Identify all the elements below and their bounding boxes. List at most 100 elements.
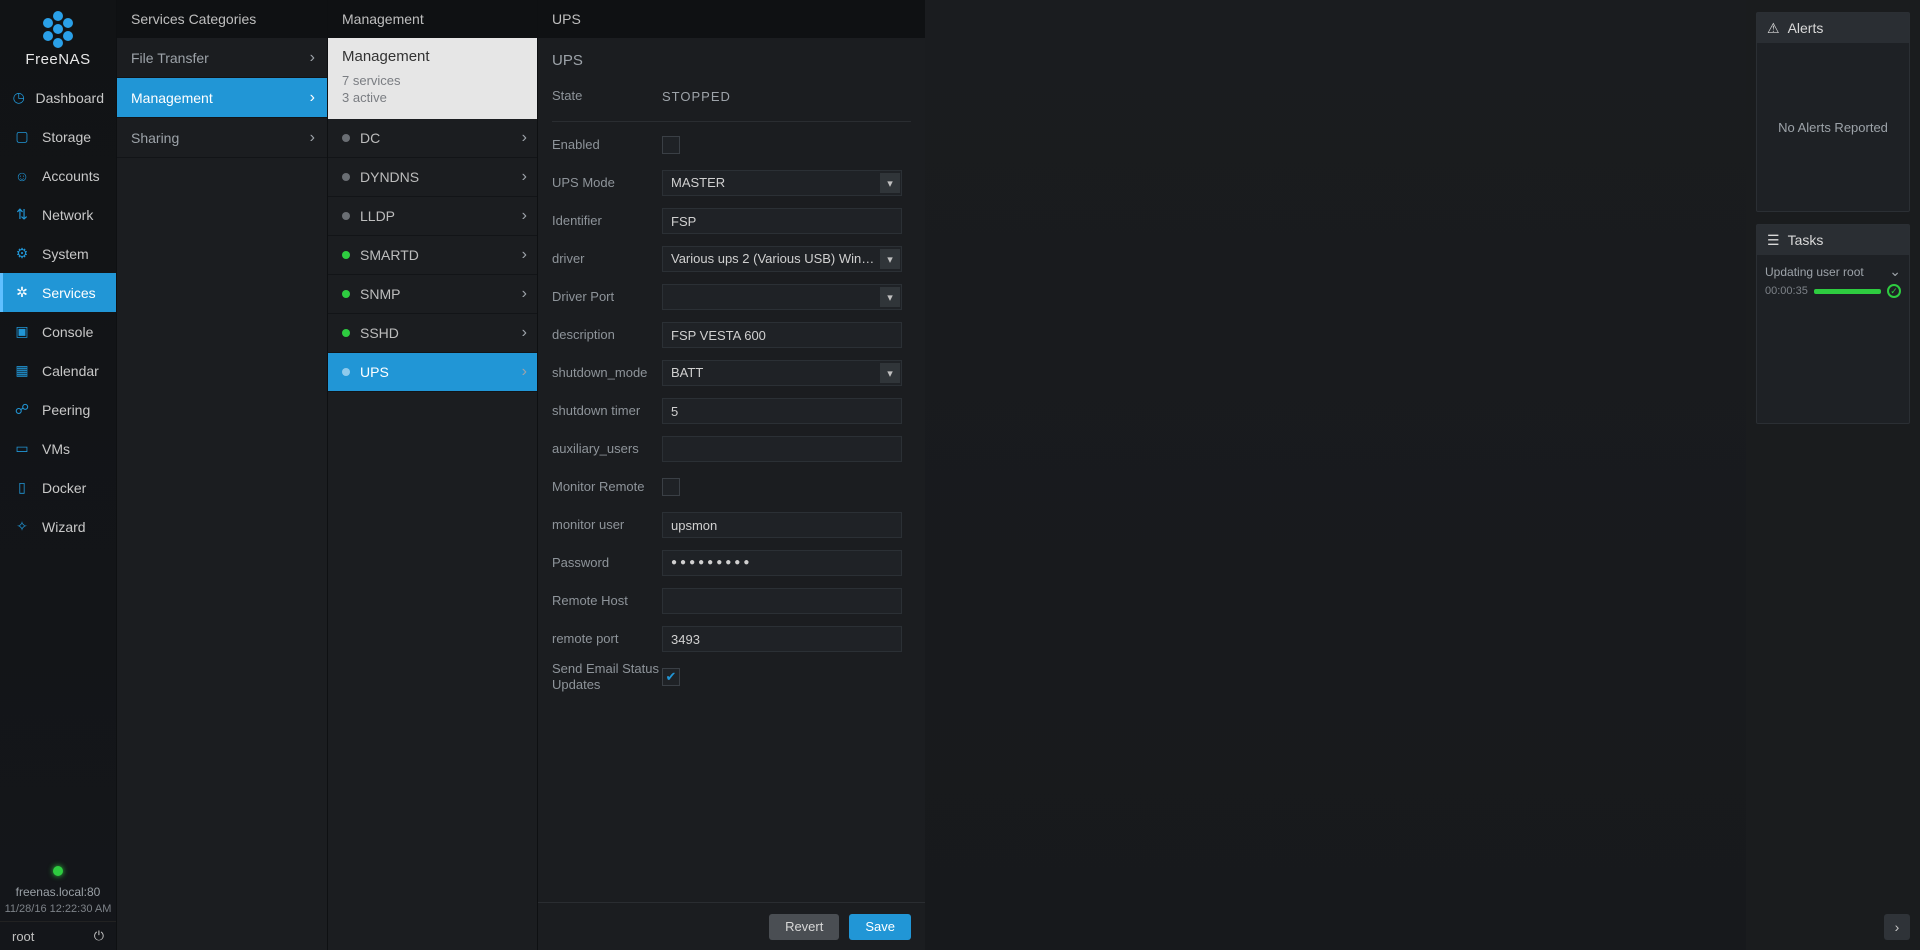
- aux-users-input[interactable]: [662, 436, 902, 462]
- nav-wizard[interactable]: ✧Wizard: [0, 507, 116, 546]
- nav-label: System: [42, 246, 89, 262]
- cog-icon: ✲: [12, 283, 32, 303]
- chevron-right-icon: ›: [522, 168, 527, 186]
- driver-label: driver: [552, 251, 662, 267]
- category-label: Sharing: [131, 130, 179, 146]
- card-title: Management: [342, 48, 523, 65]
- identifier-row: Identifier: [552, 202, 911, 240]
- remote-host-input[interactable]: [662, 588, 902, 614]
- nav: ◷ Dashboard ▢Storage ☺Accounts ⇅Network ⚙…: [0, 78, 116, 858]
- ups-mode-label: UPS Mode: [552, 175, 662, 191]
- panel-toggle-button[interactable]: ›: [1884, 914, 1910, 940]
- send-email-checkbox[interactable]: [662, 668, 680, 686]
- docker-icon: ▯: [12, 478, 32, 498]
- nav-services[interactable]: ✲ Services: [0, 273, 116, 312]
- alerts-title: Alerts: [1788, 20, 1824, 36]
- password-label: Password: [552, 555, 662, 571]
- disk-icon: ▢: [12, 127, 32, 147]
- nav-label: Services: [42, 285, 96, 301]
- shutdown-mode-label: shutdown_mode: [552, 365, 662, 381]
- nav-network[interactable]: ⇅Network: [0, 195, 116, 234]
- enabled-checkbox[interactable]: [662, 136, 680, 154]
- category-management[interactable]: Management ›: [117, 78, 327, 118]
- remote-port-label: remote port: [552, 631, 662, 647]
- service-sshd[interactable]: SSHD›: [328, 314, 537, 353]
- service-label: SSHD: [360, 325, 399, 341]
- service-label: LLDP: [360, 208, 395, 224]
- wizard-icon: ✧: [12, 517, 32, 537]
- peering-icon: ☍: [12, 400, 32, 420]
- description-input[interactable]: [662, 322, 902, 348]
- gauge-icon: ◷: [12, 88, 26, 108]
- status-dot-icon: [53, 866, 63, 876]
- management-header: Management: [328, 0, 537, 38]
- shutdown-timer-input[interactable]: [662, 398, 902, 424]
- alerts-body: No Alerts Reported: [1757, 43, 1909, 211]
- driver-select[interactable]: Various ups 2 (Various USB) WinPo…: [662, 246, 902, 272]
- status-dot-icon: [342, 368, 350, 376]
- category-label: File Transfer: [131, 50, 209, 66]
- status-dot-icon: [342, 134, 350, 142]
- remote-port-row: remote port: [552, 620, 911, 658]
- service-smartd[interactable]: SMARTD›: [328, 236, 537, 275]
- service-lldp[interactable]: LLDP ›: [328, 197, 537, 236]
- categories-header: Services Categories: [117, 0, 327, 38]
- service-label: DYNDNS: [360, 169, 419, 185]
- task-item[interactable]: Updating user root ⌄ 00:00:35 ✓: [1765, 263, 1901, 298]
- revert-button[interactable]: Revert: [769, 914, 839, 940]
- ups-mode-row: UPS Mode MASTER▾: [552, 164, 911, 202]
- status-dot-icon: [342, 251, 350, 259]
- driver-port-select[interactable]: [662, 284, 902, 310]
- details-header: UPS: [538, 0, 925, 38]
- remote-host-label: Remote Host: [552, 593, 662, 609]
- category-file-transfer[interactable]: File Transfer ›: [117, 38, 327, 78]
- nav-peering[interactable]: ☍ Peering: [0, 390, 116, 429]
- check-icon: ✓: [1887, 284, 1901, 298]
- monitor-user-input[interactable]: [662, 512, 902, 538]
- shutdown-mode-select[interactable]: BATT: [662, 360, 902, 386]
- category-sharing[interactable]: Sharing ›: [117, 118, 327, 158]
- identifier-input[interactable]: [662, 208, 902, 234]
- nav-dashboard[interactable]: ◷ Dashboard: [0, 78, 116, 117]
- save-button[interactable]: Save: [849, 914, 911, 940]
- remote-port-input[interactable]: [662, 626, 902, 652]
- shutdown-timer-label: shutdown timer: [552, 403, 662, 419]
- empty-center: [925, 0, 1746, 950]
- status-dot-icon: [342, 173, 350, 181]
- nav-docker[interactable]: ▯ Docker: [0, 468, 116, 507]
- sidebar: FreeNAS ◷Dashboard ▢Storage ☺Accounts ⇅N…: [0, 0, 116, 950]
- password-input[interactable]: ●●●●●●●●●: [662, 550, 902, 576]
- ups-mode-select[interactable]: MASTER: [662, 170, 902, 196]
- nav-label: Dashboard: [36, 90, 105, 106]
- divider: [552, 121, 911, 122]
- chevron-right-icon: ›: [310, 89, 315, 107]
- remote-host-row: Remote Host: [552, 582, 911, 620]
- service-dc[interactable]: DC›: [328, 119, 537, 158]
- monitor-remote-label: Monitor Remote: [552, 479, 662, 495]
- enabled-row: Enabled: [552, 126, 911, 164]
- driver-row: driver Various ups 2 (Various USB) WinPo…: [552, 240, 911, 278]
- sidebar-footer: freenas.local:80 11/28/16 12:22:30 AM: [0, 858, 116, 921]
- user-row: root ⏻: [0, 921, 116, 950]
- chevron-right-icon: ›: [522, 207, 527, 225]
- monitor-remote-checkbox[interactable]: [662, 478, 680, 496]
- nav-console[interactable]: ▣Console: [0, 312, 116, 351]
- network-icon: ⇅: [12, 205, 32, 225]
- nav-vms[interactable]: ▭VMs: [0, 429, 116, 468]
- power-icon[interactable]: ⏻: [94, 928, 104, 944]
- state-row: State STOPPED: [552, 77, 911, 115]
- nav-storage[interactable]: ▢Storage: [0, 117, 116, 156]
- nav-label: Accounts: [42, 168, 100, 184]
- shutdown-mode-row: shutdown_mode BATT▾: [552, 354, 911, 392]
- nav-accounts[interactable]: ☺Accounts: [0, 156, 116, 195]
- nav-calendar[interactable]: ▦Calendar: [0, 351, 116, 390]
- service-snmp[interactable]: SNMP›: [328, 275, 537, 314]
- terminal-icon: ▣: [12, 322, 32, 342]
- shutdown-timer-row: shutdown timer: [552, 392, 911, 430]
- service-dyndns[interactable]: DYNDNS ›: [328, 158, 537, 197]
- nav-label: Docker: [42, 480, 86, 496]
- nav-label: Peering: [42, 402, 90, 418]
- nav-system[interactable]: ⚙System: [0, 234, 116, 273]
- aux-users-row: auxiliary_users: [552, 430, 911, 468]
- service-ups[interactable]: UPS›: [328, 353, 537, 392]
